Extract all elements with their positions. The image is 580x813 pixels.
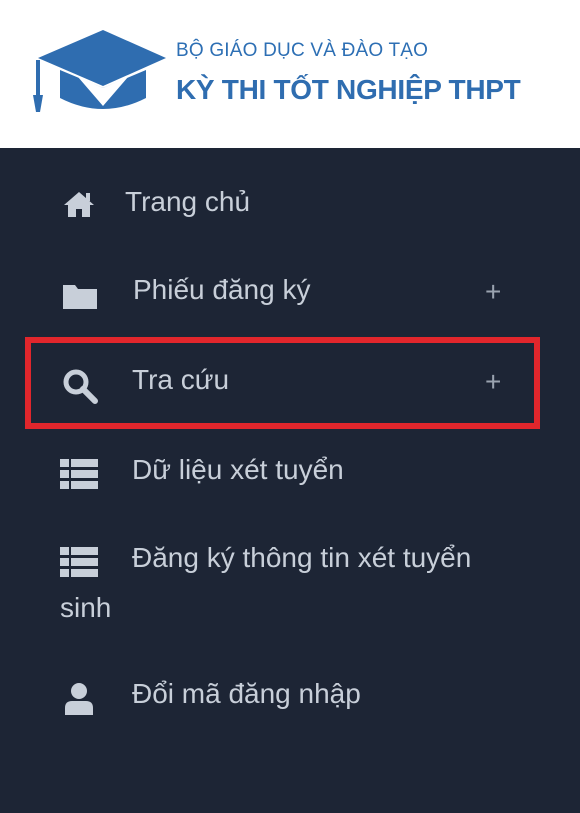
menu-item-label: Dữ liệu xét tuyển [132,454,344,485]
menu-item-home[interactable]: Trang chủ [0,180,580,230]
menu-item-register-admission-info[interactable]: Đăng ký thông tin xét tuyển sinh [0,536,580,626]
menu-item-lookup[interactable]: Tra cứu + [0,360,580,410]
menu-item-label: Trang chủ [125,186,251,217]
menu-item-change-login-code[interactable]: Đổi mã đăng nhập [0,672,580,722]
organization-name: BỘ GIÁO DỤC VÀ ĐÀO TẠO [176,40,429,61]
search-icon [63,369,98,404]
graduation-cap-logo [33,30,166,112]
header: BỘ GIÁO DỤC VÀ ĐÀO TẠO KỲ THI TỐT NGHIỆP… [0,0,580,148]
menu-item-label-line2: sinh [60,592,112,623]
table-icon [60,459,98,489]
menu-item-admission-data[interactable]: Dữ liệu xét tuyển [0,450,580,500]
table-icon [60,547,98,577]
menu-item-label: Phiếu đăng ký [133,274,311,305]
expand-plus-icon[interactable]: + [485,366,501,398]
expand-plus-icon[interactable]: + [485,276,501,308]
menu-item-label-line1: Đăng ký thông tin xét tuyển [132,542,472,573]
menu-item-label: Đổi mã đăng nhập [132,678,361,709]
home-icon [64,192,94,217]
menu-item-label: Tra cứu [132,364,230,395]
folder-icon [63,285,97,309]
exam-title: KỲ THI TỐT NGHIỆP THPT [176,74,521,105]
menu-item-registration[interactable]: Phiếu đăng ký + [0,270,580,320]
user-icon [65,683,93,715]
